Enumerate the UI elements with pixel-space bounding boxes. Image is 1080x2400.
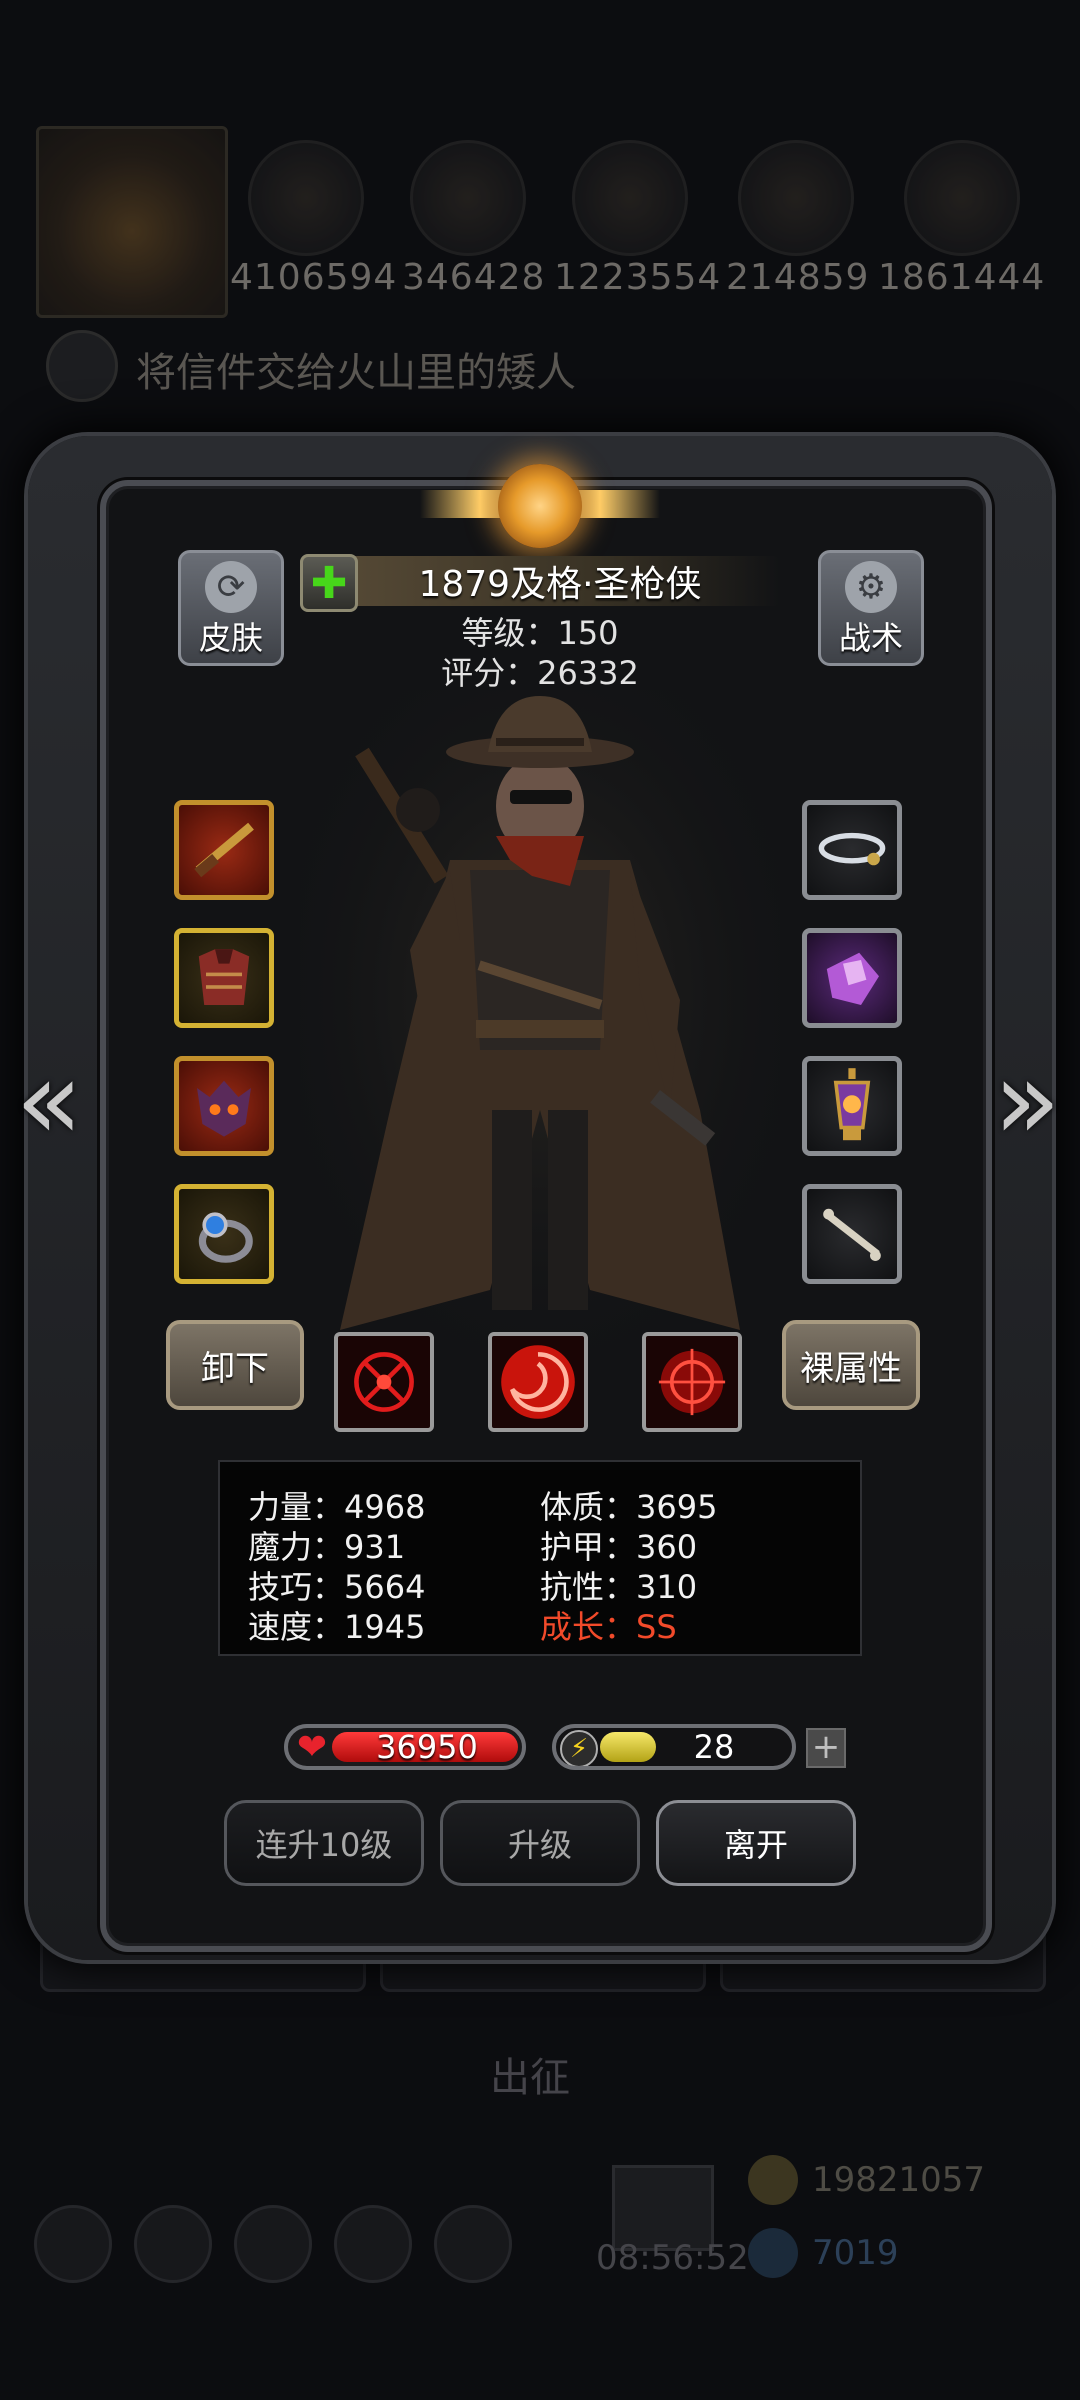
armor-icon — [198, 949, 250, 1005]
coin-value: 19821057 — [812, 2160, 986, 2200]
resource-value: 4106594 — [230, 257, 398, 298]
add-attribute-button[interactable]: ✚ — [300, 554, 358, 612]
menu-icon — [334, 2205, 412, 2283]
skill-slot-3[interactable] — [642, 1332, 742, 1432]
equip-slot-gem[interactable] — [802, 928, 902, 1028]
hero-name-bar: 1879及格·圣枪侠 — [300, 556, 780, 606]
equip-slot-relic[interactable] — [802, 1184, 902, 1284]
heart-icon: ❤ — [296, 1727, 328, 1768]
add-energy-button[interactable]: + — [806, 1728, 846, 1768]
lantern-icon — [833, 1068, 871, 1141]
coin-icon — [748, 2155, 798, 2205]
prev-hero-arrow[interactable]: « — [14, 1045, 84, 1155]
bare-attributes-button[interactable]: 裸属性 — [782, 1320, 920, 1410]
shirt-icon: ⟳ — [205, 561, 257, 613]
energy-value: 28 — [693, 1728, 735, 1766]
quest-icon — [46, 330, 118, 402]
hero-score: 评分：26332 — [441, 654, 639, 692]
unequip-button[interactable]: 卸下 — [166, 1320, 304, 1410]
hero-name: 1879及格·圣枪侠 — [418, 564, 702, 605]
equip-slot-armor[interactable] — [174, 928, 274, 1028]
resource-icon — [248, 140, 364, 256]
resource-icon — [904, 140, 1020, 256]
equip-slot-amulet[interactable] — [802, 800, 902, 900]
demon-mask-icon — [197, 1080, 251, 1137]
skill-slot-1[interactable] — [334, 1332, 434, 1432]
plus-icon: ✚ — [310, 557, 348, 609]
stat-speed: 速度：1945 — [248, 1608, 426, 1646]
equip-slot-weapon[interactable] — [174, 800, 274, 900]
menu-icon — [234, 2205, 312, 2283]
resource-value: 214859 — [726, 257, 870, 298]
resource-value: 1861444 — [878, 257, 1046, 298]
sapphire-ring-icon — [198, 1212, 253, 1263]
stat-growth: 成长：SS — [540, 1608, 677, 1646]
menu-icon — [434, 2205, 512, 2283]
equip-slot-ring[interactable] — [174, 1184, 274, 1284]
crosshair-skill-icon — [354, 1352, 414, 1412]
next-hero-arrow[interactable]: » — [992, 1045, 1062, 1155]
hp-bar: ❤ 36950 — [284, 1724, 526, 1770]
energy-bar: ⚡ 28 — [552, 1724, 796, 1770]
vortex-skill-icon — [501, 1345, 575, 1419]
sortie-label: 出征 — [490, 2055, 570, 2101]
emblem-core — [498, 464, 582, 548]
hero-portrait — [300, 690, 780, 1370]
bone-icon — [823, 1208, 881, 1261]
target-skill-icon — [658, 1348, 726, 1416]
resource-icon — [738, 140, 854, 256]
resource-icon — [410, 140, 526, 256]
level-up-10-button[interactable]: 连升10级 — [224, 1800, 424, 1886]
equip-slot-lantern[interactable] — [802, 1056, 902, 1156]
gear-icon: ⚙ — [845, 561, 897, 613]
skill-slot-2[interactable] — [488, 1332, 588, 1432]
rifle-icon — [194, 822, 254, 878]
cloud-amulet-icon — [818, 832, 886, 866]
leave-button[interactable]: 离开 — [656, 1800, 856, 1886]
resource-value: 1223554 — [554, 257, 722, 298]
menu-icon — [134, 2205, 212, 2283]
menu-icon — [34, 2205, 112, 2283]
quest-text: 将信件交给火山里的矮人 — [136, 350, 576, 396]
level-up-button[interactable]: 升级 — [440, 1800, 640, 1886]
gem-value: 7019 — [812, 2233, 899, 2273]
resource-value: 346428 — [402, 257, 546, 298]
hp-value: 36950 — [376, 1728, 478, 1766]
equip-slot-helmet[interactable] — [174, 1056, 274, 1156]
purple-crystal-icon — [826, 952, 879, 1005]
gem-icon — [748, 2228, 798, 2278]
resource-icon — [572, 140, 688, 256]
panel-emblem — [420, 464, 660, 548]
countdown-timer: 08:56:52 — [596, 2238, 749, 2278]
lightning-icon: ⚡ — [560, 1730, 598, 1766]
player-portrait — [36, 126, 228, 318]
